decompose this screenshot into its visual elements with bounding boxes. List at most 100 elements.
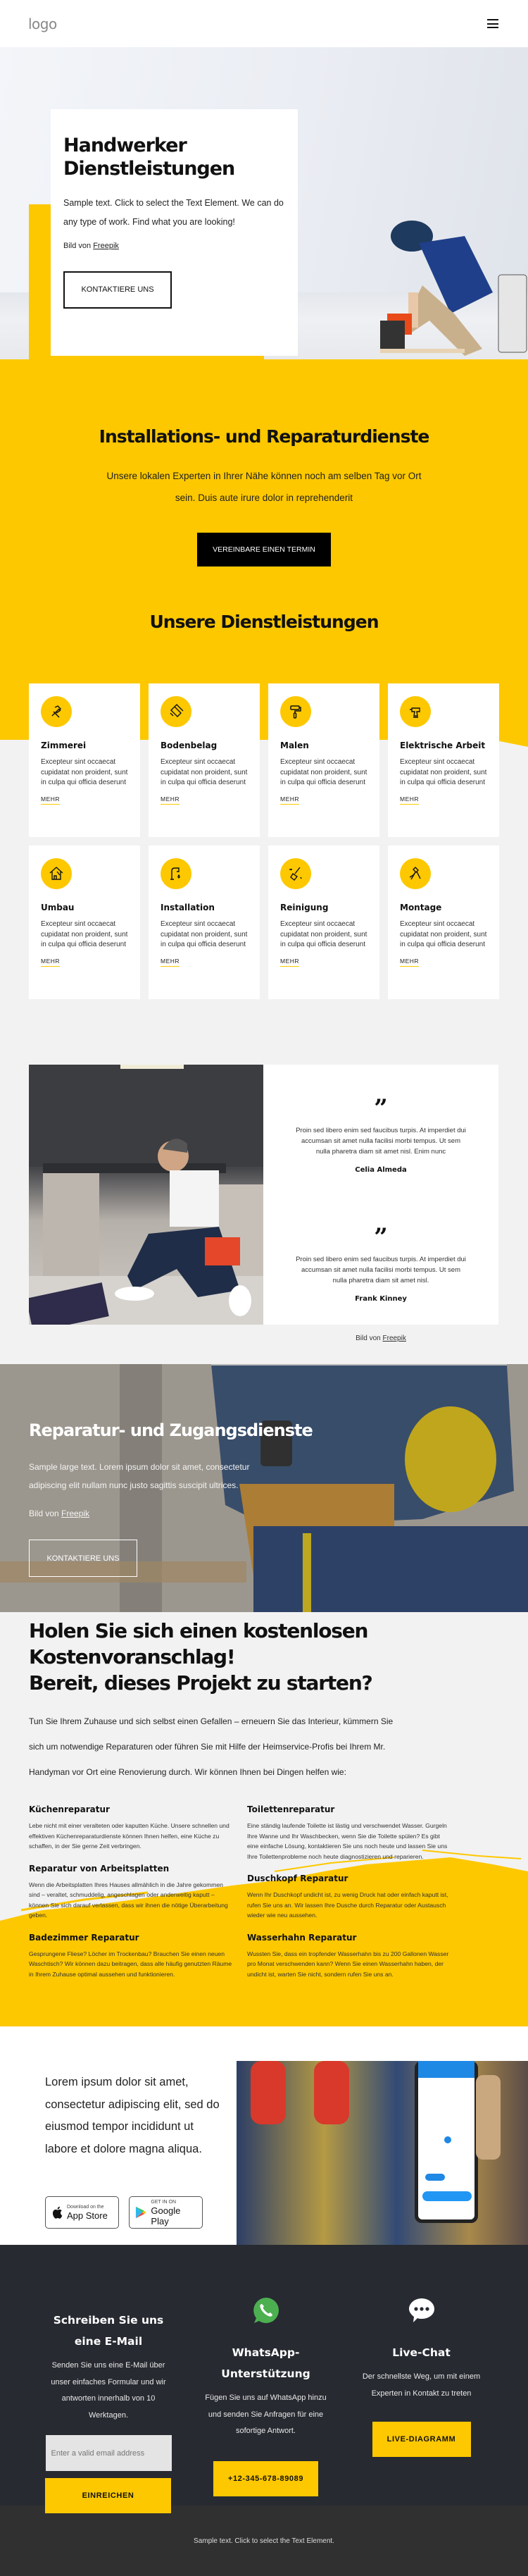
app-promo-text: Lorem ipsum dolor sit amet, consectetur … (45, 2076, 220, 2155)
plumber-photo (29, 1065, 263, 1325)
service-more-link[interactable]: MEHR (280, 958, 300, 967)
service-more-link[interactable]: MEHR (400, 795, 420, 805)
phone-app-illustration (251, 2061, 501, 2223)
store-buttons: Download on the App Store GET IN ON Goog… (45, 2196, 203, 2229)
hero-card: Handwerker Dienstleistungen Sample text.… (51, 109, 298, 356)
power-drill-icon (400, 696, 431, 727)
hero-contact-button[interactable]: KONTAKTIERE UNS (63, 271, 172, 309)
live-chat-title: Live-Chat (392, 2346, 451, 2359)
freepik-link[interactable]: Freepik (61, 1509, 89, 1518)
google-play-button[interactable]: GET IN ON Google Play (129, 2196, 203, 2229)
credit-prefix: Bild von (29, 1509, 62, 1518)
testimonials-panel: ” Proin sed libero enim sed faucibus tur… (263, 1065, 498, 1342)
paint-roller-icon (280, 696, 311, 727)
site-header: logo (0, 0, 528, 47)
repair-item-text: Gesprungene Fliese? Löcher im Trockenbau… (29, 1950, 232, 1978)
app-promo-section: Lorem ipsum dolor sit amet, consectetur … (0, 2026, 528, 2245)
service-more-link[interactable]: MEHR (161, 958, 180, 967)
broom-sparkle-icon (280, 858, 311, 889)
testimonial-author: Frank Kinney (355, 1295, 407, 1303)
service-text: Excepteur sint occaecat cupidatat non pr… (41, 920, 128, 948)
repair-list: Küchenreparatur Lebe nicht mit einer vera… (29, 1804, 499, 1991)
repair-contact-button[interactable]: KONTAKTIERE UNS (29, 1540, 137, 1577)
freepik-link[interactable]: Freepik (93, 242, 119, 250)
service-card-montage: Montage Excepteur sint occaecat cupidatat… (388, 846, 499, 999)
faucet-icon (161, 858, 191, 889)
whatsapp-title: WhatsApp-Unterstützung (221, 2346, 310, 2380)
quote-intro: Tun Sie Ihrem Zuhause und sich selbst ei… (29, 1716, 394, 1777)
hero-text: Sample text. Click to select the Text El… (63, 197, 284, 227)
app-store-small-label: Download on the (67, 2205, 104, 2210)
whatsapp-phone-button[interactable]: +12-345-678-89089 (213, 2460, 318, 2496)
repair-item: Badezimmer Reparatur Gesprungene Fliese? … (29, 1933, 232, 1980)
repair-item: Wasserhahn Reparatur Wussten Sie, dass ei… (247, 1933, 451, 1980)
whatsapp-contact: WhatsApp-Unterstützung Fügen Sie uns auf… (204, 2245, 327, 2506)
testimonial-text: Proin sed libero enim sed faucibus turpi… (296, 1127, 466, 1156)
repair-item-text: Eine ständig laufende Toilette ist lästi… (247, 1822, 448, 1860)
service-more-link[interactable]: MEHR (280, 795, 300, 805)
testimonial-item: ” Proin sed libero enim sed faucibus tur… (263, 1225, 498, 1303)
worker-illustration (380, 221, 527, 356)
quote-title-line1: Holen Sie sich einen kostenlosen (29, 1619, 368, 1642)
email-contact-text: Senden Sie uns eine E-Mail über unser ei… (51, 2361, 166, 2420)
service-card-malen: Malen Excepteur sint occaecat cupidatat n… (268, 683, 379, 837)
credit-prefix: Bild von (63, 241, 94, 250)
service-text: Excepteur sint occaecat cupidatat non pr… (280, 920, 367, 948)
app-store-label: App Store (67, 2210, 108, 2221)
repair-item: Duschkopf Reparatur Wenn Ihr Duschkopf un… (247, 1874, 451, 1921)
service-more-link[interactable]: MEHR (161, 795, 180, 805)
repair-list-left: Küchenreparatur Lebe nicht mit einer vera… (29, 1804, 232, 1991)
live-chat-button[interactable]: LIVE-DIAGRAMM (372, 2422, 471, 2457)
repair-item-text: Lebe nicht mit einer veralteten oder kap… (29, 1822, 230, 1850)
hamburger-menu-icon[interactable] (487, 19, 498, 28)
house-wrench-icon (41, 858, 72, 889)
service-card-zimmerei: Zimmerei Excepteur sint occaecat cupidata… (29, 683, 140, 837)
service-title: Elektrische Arbeit (400, 741, 486, 750)
service-title: Installation (161, 903, 215, 912)
whatsapp-text: Fügen Sie uns auf WhatsApp hinzu und sen… (205, 2394, 327, 2435)
service-title: Montage (400, 903, 442, 912)
footer: Sample text. Click to select the Text El… (0, 2506, 528, 2576)
google-play-label: Google Play (151, 2205, 181, 2227)
service-text: Excepteur sint occaecat cupidatat non pr… (280, 758, 367, 786)
footer-text: Sample text. Click to select the Text El… (194, 2537, 334, 2545)
service-text: Excepteur sint occaecat cupidatat non pr… (400, 758, 487, 786)
service-more-link[interactable]: MEHR (41, 958, 61, 967)
testimonial-item: ” Proin sed libero enim sed faucibus tur… (263, 1096, 498, 1174)
apple-icon (52, 2206, 63, 2219)
app-store-button[interactable]: Download on the App Store (45, 2196, 119, 2229)
testimonial-author: Celia Almeda (355, 1166, 407, 1174)
install-text: Unsere lokalen Experten in Ihrer Nähe kö… (106, 471, 422, 503)
repair-item-title: Reparatur von Arbeitsplatten (29, 1863, 170, 1874)
submit-button[interactable]: EINREICHEN (45, 2478, 171, 2513)
logo[interactable]: logo (28, 16, 57, 32)
service-card-elektrische-arbeit: Elektrische Arbeit Excepteur sint occaeca… (388, 683, 499, 837)
service-title: Umbau (41, 903, 75, 912)
plumber-illustration (29, 1065, 263, 1325)
repair-text: Sample large text. Lorem ipsum dolor sit… (29, 1462, 250, 1490)
repair-credit: Bild von Freepik (29, 1504, 268, 1523)
chat-bubble-icon (408, 2298, 434, 2322)
hand-tools-icon (400, 858, 431, 889)
services-section: Unsere Dienstleistungen ZimmereiExcepteu… (0, 612, 528, 1041)
credit-prefix: Bild von (356, 1335, 383, 1342)
service-more-link[interactable]: MEHR (400, 958, 420, 967)
service-text: Excepteur sint occaecat cupidatat non pr… (400, 920, 487, 948)
repair-item-text: Wenn Ihr Duschkopf undicht ist, zu wenig… (247, 1891, 448, 1919)
quote-title-line3: Bereit, dieses Projekt zu starten? (29, 1671, 373, 1695)
hero-section: Handwerker Dienstleistungen Sample text.… (0, 47, 528, 359)
hero-title-line2: Dienstleistungen (63, 157, 235, 180)
quote-title-line2: Kostenvoranschlag! (29, 1645, 236, 1668)
repair-item-title: Toilettenreparatur (247, 1804, 335, 1814)
appointment-button[interactable]: VEREINBARE EINEN TERMIN (197, 533, 331, 566)
repair-item: Reparatur von Arbeitsplatten Wenn die Arb… (29, 1864, 232, 1921)
service-text: Excepteur sint occaecat cupidatat non pr… (161, 758, 248, 786)
email-input[interactable] (45, 2435, 172, 2471)
service-more-link[interactable]: MEHR (41, 795, 61, 805)
repair-list-right: Toilettenreparatur Eine ständig laufende … (247, 1804, 451, 1991)
freepik-link[interactable]: Freepik (383, 1335, 406, 1342)
services-grid: Zimmerei Excepteur sint occaecat cupidata… (0, 669, 528, 999)
email-contact-title: Schreiben Sie uns eine E-Mail (53, 2314, 164, 2348)
hero-title: Handwerker Dienstleistungen (63, 135, 285, 181)
service-text: Excepteur sint occaecat cupidatat non pr… (161, 920, 248, 948)
